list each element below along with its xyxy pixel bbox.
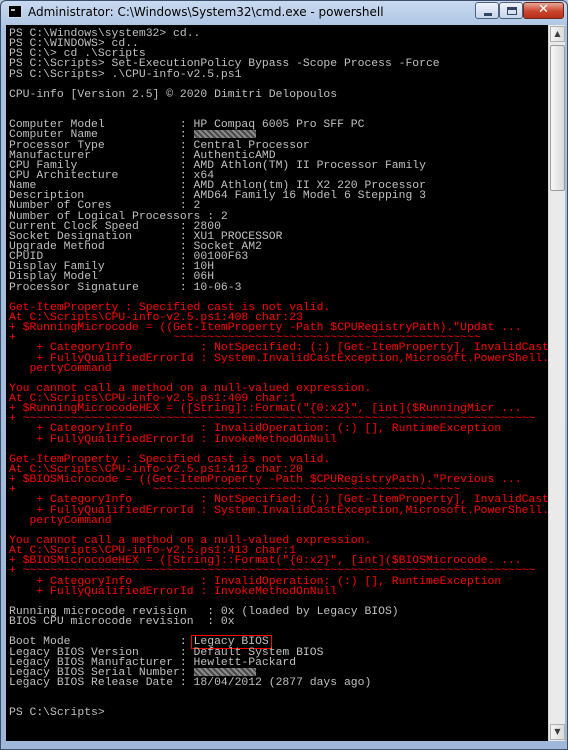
console-line-text: PS C:\Scripts> .\CPU-info-v2.5.ps1 [9, 68, 242, 81]
console-error-line: + FullyQualifiedErrorId : InvokeMethodOn… [9, 433, 548, 446]
console-line-text: PS C:\Scripts> [9, 707, 105, 720]
scroll-up-button[interactable]: ▲ [550, 26, 565, 42]
title-bar[interactable]: Administrator: C:\Windows\System32\cmd.e… [1, 1, 567, 23]
scroll-down-button[interactable]: ▼ [550, 724, 565, 740]
console-line: BIOS CPU microcode revision : 0x [9, 616, 548, 629]
console-line: PS C:\Scripts> .\CPU-info-v2.5.ps1 [9, 68, 548, 81]
maximize-button[interactable] [499, 2, 523, 19]
scroll-down-arrow-icon: ▼ [554, 727, 561, 736]
redacted-value [193, 130, 256, 139]
redacted-value [193, 667, 256, 676]
console-line-text: BIOS CPU microcode revision : 0x [9, 616, 235, 629]
console-lines: PS C:\Windows\system32> cd.. PS C:\WINDOW… [9, 28, 548, 720]
minimize-icon [484, 13, 492, 16]
console-line-text: Legacy BIOS Release Date : 18/04/2012 (2… [9, 677, 372, 689]
console-error-line: + FullyQualifiedErrorId : InvokeMethodOn… [9, 585, 548, 598]
cmd-console-icon[interactable] [8, 5, 22, 18]
console-line-text: + FullyQualifiedErrorId : InvokeMethodOn… [9, 585, 338, 598]
minimize-button[interactable] [475, 2, 499, 19]
console-output[interactable]: PS C:\Windows\system32> cd.. PS C:\WINDOW… [6, 25, 548, 741]
console-line-text: + FullyQualifiedErrorId : InvokeMethodOn… [9, 433, 338, 446]
console-line: CPU-info [Version 2.5] © 2020 Dimitri De… [9, 88, 548, 101]
console-line-text: pertyCommand [9, 362, 112, 375]
console-line-text: CPU-info [Version 2.5] © 2020 Dimitri De… [9, 88, 338, 101]
close-icon: ✕ [538, 2, 549, 17]
maximize-icon [507, 7, 517, 15]
vertical-scrollbar[interactable]: ▲ ▼ [548, 25, 565, 741]
window-title: Administrator: C:\Windows\System32\cmd.e… [28, 5, 384, 19]
console-line-text: Processor Signature : 10-06-3 [9, 281, 242, 294]
console-error-line: pertyCommand [9, 362, 548, 375]
scroll-up-arrow-icon: ▲ [554, 29, 561, 38]
console-window: Administrator: C:\Windows\System32\cmd.e… [0, 0, 568, 750]
console-line-text: pertyCommand [9, 514, 112, 527]
console-line: Legacy BIOS Release Date : 18/04/2012 (2… [9, 677, 548, 689]
scrollbar-thumb[interactable] [550, 45, 565, 191]
close-button[interactable]: ✕ [523, 2, 564, 19]
console-line: Processor Signature : 10-06-3 [9, 281, 548, 294]
console-line: PS C:\Scripts> [9, 707, 548, 720]
console-error-line: pertyCommand [9, 514, 548, 527]
